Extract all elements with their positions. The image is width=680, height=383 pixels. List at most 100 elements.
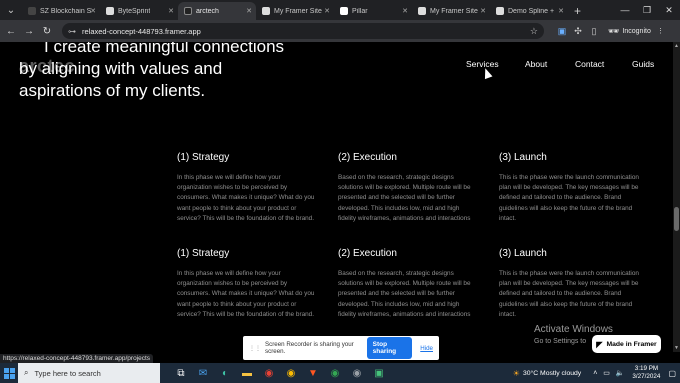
- card-title: (2) Execution: [338, 152, 397, 163]
- tab-close-icon[interactable]: ✕: [246, 7, 252, 15]
- clock[interactable]: 3:19 PM 3/27/2024: [632, 365, 660, 381]
- taskbar-apps: ⧉ ✉ ◐ ▬ ◉ ◉ ▼ ◉ ◉ ▣: [170, 363, 390, 383]
- process-card: (3) Launch This is the phase were the la…: [499, 152, 639, 224]
- back-icon[interactable]: ←: [4, 24, 18, 38]
- forward-icon[interactable]: →: [22, 24, 36, 38]
- tab-favicon-icon: [418, 7, 426, 15]
- chrome-incognito-icon[interactable]: ◉: [346, 363, 368, 383]
- tab-title: ByteSprint: [118, 7, 151, 15]
- hide-link[interactable]: Hide: [420, 345, 433, 352]
- activate-title: Activate Windows: [534, 324, 613, 335]
- tab-close-icon[interactable]: ✕: [558, 7, 564, 15]
- bookmark-star-icon[interactable]: ☆: [530, 26, 538, 37]
- hero-line: aspirations of my clients.: [19, 81, 206, 100]
- sidepanel-icon[interactable]: ▯: [586, 24, 602, 38]
- tab-favicon-icon: [262, 7, 270, 15]
- card-body: This is the phase were the launch commun…: [499, 270, 639, 318]
- incognito-label: Incognito: [622, 27, 651, 35]
- tab-strip: ⌄ SZ Blockchain S ✕ ByteSprint ✕ arctech…: [0, 0, 680, 20]
- tab-favicon-icon: [496, 7, 504, 15]
- webpage: arctec I create meaningful connections b…: [0, 42, 680, 352]
- network-icon[interactable]: ▭: [603, 370, 610, 377]
- nav-contact-link[interactable]: Contact: [575, 59, 604, 69]
- tab-title: arctech: [196, 7, 219, 15]
- puzzle-extensions-icon[interactable]: ✣: [570, 24, 586, 38]
- nav-about-link[interactable]: About: [525, 59, 547, 69]
- site-nav: Services About Contact Guids: [0, 59, 680, 73]
- toolbar-icons: ▣ ✣ ▯: [554, 24, 602, 38]
- site-info-icon[interactable]: ⊶: [68, 27, 76, 36]
- weather-text: 30°C Mostly cloudy: [522, 369, 582, 377]
- share-message: Screen Recorder is sharing your screen.: [265, 341, 354, 355]
- address-bar[interactable]: ⊶ relaxed-concept-448793.framer.app ☆: [62, 23, 544, 39]
- process-card: (2) Execution Based on the research, str…: [338, 152, 478, 224]
- browser-tab-active[interactable]: arctech ✕: [178, 2, 256, 20]
- chrome-icon[interactable]: ◉: [258, 363, 280, 383]
- chrome-icon[interactable]: ◉: [324, 363, 346, 383]
- new-tab-button[interactable]: +: [568, 2, 587, 20]
- stop-sharing-button[interactable]: Stop sharing: [366, 337, 413, 359]
- url-text: relaxed-concept-448793.framer.app: [82, 26, 201, 36]
- incognito-indicator[interactable]: 🕶 Incognito ⋮: [608, 26, 664, 37]
- brave-icon[interactable]: ▼: [302, 363, 324, 383]
- tab-favicon-icon: [106, 7, 114, 15]
- chrome-icon[interactable]: ◉: [280, 363, 302, 383]
- page-scrollbar[interactable]: ▲ ▼: [673, 42, 680, 352]
- process-card: (2) Execution Based on the research, str…: [338, 248, 478, 320]
- card-title: (3) Launch: [499, 152, 547, 163]
- task-view-icon[interactable]: ⧉: [170, 363, 192, 383]
- tab-title: Demo Spline +: [508, 7, 555, 15]
- tab-search-icon[interactable]: ⌄: [0, 0, 22, 20]
- browser-tab[interactable]: My Framer Site ✕: [256, 2, 334, 20]
- scrollbar-thumb[interactable]: [674, 207, 679, 231]
- edge-icon[interactable]: ◐: [214, 363, 236, 383]
- tab-close-icon[interactable]: ✕: [168, 7, 174, 15]
- nav-guids-link[interactable]: Guids: [632, 59, 654, 69]
- screen-share-bar: ⋮⋮ Screen Recorder is sharing your scree…: [243, 336, 439, 360]
- extension-icon[interactable]: ▣: [554, 24, 570, 38]
- reload-icon[interactable]: ↻: [40, 24, 54, 38]
- restore-icon[interactable]: ❐: [636, 0, 658, 20]
- nav-services-link[interactable]: Services: [466, 59, 499, 69]
- windows-logo-icon: [3, 367, 15, 379]
- system-tray: ☀ 30°C Mostly cloudy ˄ ▭ 🔈 3:19 PM 3/27/…: [513, 365, 680, 381]
- taskbar-search[interactable]: ⌕ Type here to search: [18, 363, 160, 383]
- scroll-down-icon[interactable]: ▼: [673, 345, 680, 351]
- tab-favicon-icon: [340, 7, 348, 15]
- tab-close-icon[interactable]: ✕: [480, 7, 486, 15]
- taskbar-search-placeholder: Type here to search: [34, 368, 101, 378]
- clock-date: 3/27/2024: [632, 373, 661, 380]
- card-body: This is the phase were the launch commun…: [499, 174, 639, 222]
- app-icon[interactable]: ▣: [368, 363, 390, 383]
- browser-tab[interactable]: My Framer Site ✕: [412, 2, 490, 20]
- tab-close-icon[interactable]: ✕: [324, 7, 330, 15]
- browser-tab[interactable]: Pillar ✕: [334, 2, 412, 20]
- card-body: In this phase we will define how your or…: [177, 174, 315, 222]
- browser-tab[interactable]: Demo Spline + ✕: [490, 2, 568, 20]
- hero-line: I create meaningful connections: [44, 42, 285, 56]
- chevron-up-icon[interactable]: ˄: [593, 370, 597, 377]
- menu-kebab-icon[interactable]: ⋮: [657, 27, 664, 35]
- volume-icon[interactable]: 🔈: [616, 370, 625, 377]
- card-body: Based on the research, strategic designs…: [338, 174, 471, 222]
- tab-title: SZ Blockchain S: [40, 7, 92, 15]
- scroll-up-icon[interactable]: ▲: [673, 43, 680, 49]
- mail-icon[interactable]: ✉: [192, 363, 214, 383]
- file-explorer-icon[interactable]: ▬: [236, 363, 258, 383]
- minimize-icon[interactable]: —: [614, 0, 636, 20]
- weather-sun-icon: ☀: [512, 368, 520, 378]
- incognito-icon: 🕶: [608, 25, 620, 36]
- close-window-icon[interactable]: ✕: [658, 0, 680, 20]
- browser-tab[interactable]: SZ Blockchain S ✕: [22, 2, 100, 20]
- tab-title: My Framer Site: [430, 7, 478, 15]
- browser-tab[interactable]: ByteSprint ✕: [100, 2, 178, 20]
- tab-close-icon[interactable]: ✕: [90, 7, 96, 15]
- start-button[interactable]: [0, 363, 18, 383]
- made-in-framer-badge[interactable]: ◤ Made in Framer: [592, 335, 661, 353]
- drag-handle-icon[interactable]: ⋮⋮: [249, 345, 261, 352]
- weather-widget[interactable]: ☀ 30°C Mostly cloudy: [513, 369, 581, 378]
- tab-close-icon[interactable]: ✕: [402, 7, 408, 15]
- notification-icon[interactable]: ▢: [668, 369, 676, 378]
- search-icon: ⌕: [24, 368, 29, 377]
- tab-title: My Framer Site: [274, 7, 322, 15]
